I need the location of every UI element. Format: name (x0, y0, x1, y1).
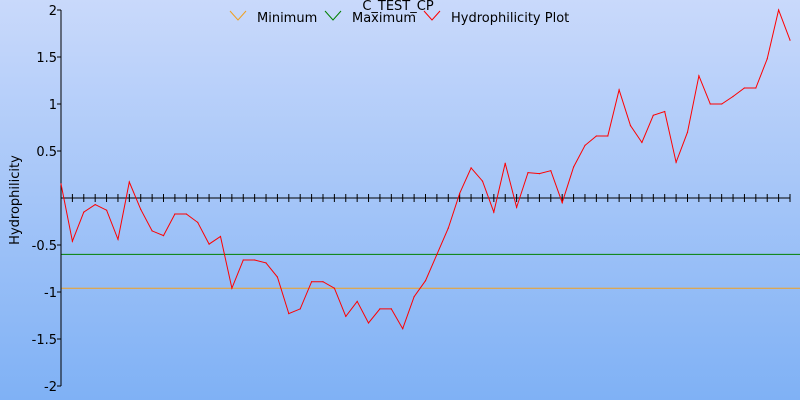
data-point (94, 204, 96, 206)
data-point (345, 315, 347, 317)
data-point (265, 262, 267, 264)
data-point (561, 202, 563, 204)
data-point (641, 141, 643, 144)
data-point (367, 322, 370, 324)
data-point (106, 209, 108, 211)
data-point (174, 213, 176, 215)
data-point (231, 287, 233, 289)
legend: Minimum Maximum Hydrophilicity Plot (229, 10, 569, 26)
data-point (675, 161, 677, 163)
data-point (379, 308, 381, 310)
data-point (299, 308, 301, 310)
data-point (470, 167, 472, 169)
data-point (652, 114, 654, 116)
data-point (151, 230, 153, 232)
data-point (128, 181, 130, 183)
data-point (185, 213, 187, 215)
data-point (254, 259, 256, 261)
data-point (527, 172, 529, 174)
data-point (208, 243, 210, 245)
data-point (493, 211, 495, 213)
data-point (390, 308, 392, 310)
chart-background (0, 0, 800, 400)
data-point (311, 281, 313, 283)
data-point (402, 328, 404, 330)
data-point (743, 87, 746, 89)
y-tick-label: -1.5 (32, 333, 57, 348)
data-point (447, 227, 449, 229)
data-point (356, 300, 358, 302)
data-point (322, 281, 324, 283)
y-tick-label: 1.5 (36, 51, 57, 66)
data-point (276, 276, 278, 278)
data-point (71, 240, 73, 242)
hydrophilicity-chart: C_TEST_CP Hydrophilicity Minimum Maximum H… (0, 0, 800, 400)
data-point (721, 103, 723, 105)
y-tick-label: -1 (44, 286, 57, 301)
data-point (481, 180, 484, 182)
data-point (584, 144, 586, 146)
y-tick-label: -2 (44, 380, 57, 395)
data-point (709, 103, 711, 105)
data-point (140, 208, 142, 210)
data-point (459, 192, 461, 194)
data-point (766, 58, 768, 60)
data-point (778, 9, 780, 11)
data-point (789, 39, 791, 41)
data-point (162, 235, 165, 237)
data-point (197, 221, 199, 223)
data-point (333, 287, 335, 289)
y-tick-label: 0.5 (36, 145, 57, 160)
data-point (424, 280, 427, 282)
y-tick-label: 2 (49, 4, 57, 19)
data-point (607, 135, 609, 137)
data-point (117, 238, 119, 240)
legend-label: Hydrophilicity Plot (451, 11, 569, 26)
data-point (698, 75, 700, 77)
data-point (538, 173, 541, 175)
data-point (550, 170, 552, 172)
data-point (686, 131, 689, 133)
data-point (504, 162, 506, 164)
data-point (595, 135, 598, 137)
y-tick-label: 1 (49, 98, 57, 113)
data-point (219, 235, 222, 238)
y-axis-label: Hydrophilicity (8, 155, 23, 245)
data-point (436, 253, 438, 255)
data-point (413, 296, 415, 298)
data-point (60, 183, 62, 185)
data-point (732, 95, 734, 98)
data-point (516, 206, 518, 208)
legend-label: Maximum (352, 11, 416, 26)
data-point (242, 259, 244, 261)
legend-label: Minimum (257, 11, 317, 26)
data-point (288, 313, 290, 315)
data-point (573, 166, 575, 168)
data-point (618, 89, 620, 91)
data-point (629, 125, 632, 127)
data-point (755, 87, 757, 89)
data-point (664, 110, 666, 113)
y-tick-label: -0.5 (32, 239, 57, 254)
data-point (83, 211, 85, 213)
